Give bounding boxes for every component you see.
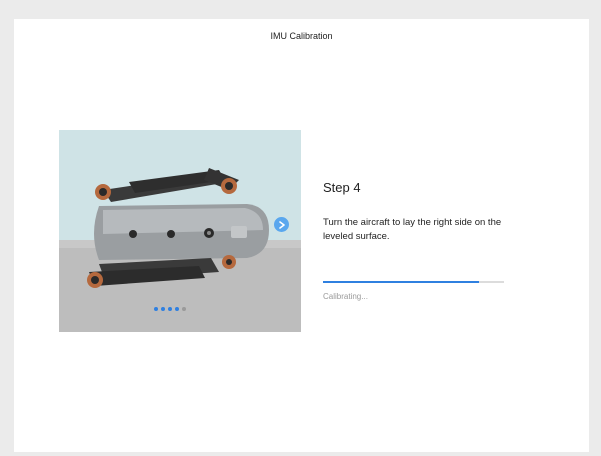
calibration-panel: IMU Calibration Step 4 Turn the aircraft… <box>14 19 589 452</box>
pager-dot[interactable] <box>154 307 158 311</box>
pager-dot-active[interactable] <box>175 307 179 311</box>
aircraft-illustration <box>59 130 301 332</box>
calibration-progress-bar <box>323 281 504 283</box>
page-title: IMU Calibration <box>270 31 333 41</box>
pager-dot[interactable] <box>182 307 186 311</box>
pager-dot[interactable] <box>168 307 172 311</box>
step-instruction: Turn the aircraft to lay the right side … <box>323 217 502 242</box>
pager-dot[interactable] <box>161 307 165 311</box>
pager-dots <box>154 307 186 311</box>
chevron-right-icon <box>278 220 285 229</box>
step-title: Step 4 <box>323 180 361 195</box>
calibration-progress-fill <box>323 281 479 283</box>
step-illustration <box>59 130 301 332</box>
calibration-status: Calibrating... <box>323 292 368 301</box>
next-image-button[interactable] <box>274 217 289 232</box>
